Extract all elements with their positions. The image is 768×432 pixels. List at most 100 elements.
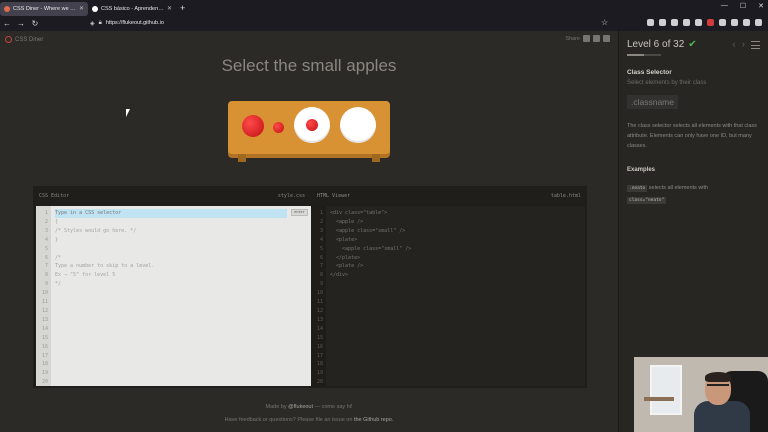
line-number: 5 [44, 245, 48, 252]
extension-icon[interactable] [671, 19, 678, 26]
line-number: 9 [44, 281, 48, 288]
css-editor-title: CSS Editor [39, 193, 70, 199]
enter-button[interactable]: enter [291, 209, 308, 216]
window-controls: — ☐ ✕ [721, 2, 764, 10]
next-level-icon[interactable]: › [742, 39, 745, 50]
line-number: 7 [44, 263, 48, 270]
line-number: 19 [316, 370, 323, 377]
apple-small[interactable] [306, 119, 318, 131]
html-code-line: <apple class="small" /> [330, 227, 406, 234]
facebook-icon[interactable] [593, 35, 600, 42]
line-number: 20 [41, 379, 48, 386]
editor-panel: CSS Editor style.css HTML Viewer table.h… [33, 186, 587, 388]
line-number: 20 [316, 379, 323, 386]
author-link[interactable]: @flukeout [288, 404, 313, 410]
css-input-line[interactable]: Type in a CSS selector [55, 209, 287, 218]
forward-icon[interactable]: → [14, 19, 28, 28]
line-number: 15 [41, 334, 48, 341]
extension-icon[interactable] [731, 19, 738, 26]
line-number: 12 [41, 307, 48, 314]
extension-icon[interactable] [743, 19, 750, 26]
github-link[interactable]: the Github repo. [354, 417, 393, 423]
checkmark-icon: ✔ [688, 39, 697, 50]
line-number: 18 [316, 361, 323, 368]
close-tab-icon[interactable]: ✕ [79, 5, 84, 12]
tab-title: CSS Diner - Where we feast on CSS [13, 5, 76, 12]
html-code-line: <apple class="small" /> [330, 245, 412, 252]
level-indicator: Level 6 of 32 ✔ [627, 39, 697, 50]
tab-title: CSS básico - Aprendendo desde o início [101, 5, 164, 12]
tab-css-basico[interactable]: CSS básico - Aprendendo desde o início ✕ [88, 2, 176, 16]
menu-icon[interactable] [755, 19, 762, 26]
new-tab-button[interactable]: + [176, 3, 189, 13]
html-viewer: 1 2 3 4 5 6 7 8 9 10 11 12 13 14 15 16 17 18 19 20 <div cla… [311, 206, 585, 386]
html-viewer-header: HTML Viewer table.html [311, 186, 587, 206]
bookmark-star-icon[interactable]: ☆ [601, 18, 608, 27]
apple-small[interactable] [273, 122, 284, 133]
line-number: 11 [41, 299, 48, 306]
line-number: 2 [319, 218, 323, 225]
css-code-line: /* Styles would go here. */ [55, 227, 137, 234]
table-leg [238, 154, 246, 162]
extension-icon[interactable] [683, 19, 690, 26]
webcam-overlay [634, 357, 768, 432]
selector-syntax: .classname [627, 95, 678, 109]
line-number: 14 [41, 325, 48, 332]
html-code-line: <plate /> [330, 263, 364, 270]
url-bar[interactable]: ◈ 🔒︎ https://flukeout.github.io [90, 17, 615, 29]
reload-icon[interactable]: ↻ [28, 19, 42, 28]
css-code-line: /* [55, 254, 62, 261]
diner-logo-icon [5, 36, 12, 43]
logo[interactable]: CSS Diner [5, 36, 43, 43]
html-code-line: <div class="table"> [330, 210, 388, 216]
line-number: 1 [44, 210, 48, 216]
pocket-icon[interactable] [647, 19, 654, 26]
html-code-line: <apple /> [330, 218, 364, 225]
css-editor[interactable]: 1 2 3 4 5 6 7 8 9 10 11 12 13 14 15 16 17 18 19 20 Type in … [36, 206, 311, 386]
nav-bar: ← → ↻ ◈ 🔒︎ https://flukeout.github.io ☆ [0, 16, 768, 31]
example-attr: class="neato" [627, 197, 667, 204]
url-text: https://flukeout.github.io [105, 20, 164, 26]
html-code-line: </div> [330, 272, 349, 279]
tab-bar: CSS Diner - Where we feast on CSS ✕ CSS … [0, 0, 768, 16]
apple[interactable] [242, 115, 264, 137]
share-label: Share [565, 35, 580, 42]
level-menu-icon[interactable] [751, 41, 760, 49]
maximize-icon[interactable]: ☐ [740, 2, 746, 10]
line-number: 11 [316, 299, 323, 306]
line-number: 18 [41, 361, 48, 368]
css-code-line: { [55, 218, 59, 225]
made-by-text: Made by @flukeout — come say hi! [265, 404, 353, 410]
close-window-icon[interactable]: ✕ [758, 2, 764, 10]
extension-icon[interactable] [719, 19, 726, 26]
close-tab-icon[interactable]: ✕ [167, 5, 172, 12]
minimize-icon[interactable]: — [721, 2, 728, 10]
level-text: Level 6 of 32 [627, 39, 685, 50]
line-number: 14 [316, 325, 323, 332]
twitter-icon[interactable] [603, 35, 610, 42]
line-number: 10 [316, 290, 323, 297]
extension-icon[interactable] [659, 19, 666, 26]
css-code[interactable]: Type in a CSS selector{ /* Styles would g… [55, 209, 307, 289]
back-icon[interactable]: ← [0, 19, 14, 28]
lock-icon: 🔒︎ [98, 19, 102, 26]
line-numbers: 1 2 3 4 5 6 7 8 9 10 11 12 13 14 15 16 17 18 19 20 [311, 206, 326, 386]
extension-icon[interactable] [707, 19, 714, 26]
line-number: 4 [44, 236, 48, 243]
feedback-text: Have feedback or questions? Please file … [224, 417, 394, 423]
extension-icon[interactable] [695, 19, 702, 26]
email-icon[interactable] [583, 35, 590, 42]
css-code-line: } [55, 236, 59, 243]
line-number: 8 [44, 272, 48, 279]
css-code-line: Type a number to skip to a level. [55, 263, 155, 270]
webpage-favicon-icon [92, 5, 98, 12]
html-code-line: </plate> [330, 254, 361, 261]
table-leg [372, 154, 380, 162]
line-number: 13 [41, 316, 48, 323]
html-file-name: table.html [550, 193, 581, 199]
plate[interactable] [340, 107, 376, 143]
previous-level-icon[interactable]: ‹ [732, 39, 735, 50]
mouse-pointer-icon [126, 109, 130, 117]
tab-css-diner[interactable]: CSS Diner - Where we feast on CSS ✕ [0, 1, 88, 16]
line-numbers: 1 2 3 4 5 6 7 8 9 10 11 12 13 14 15 16 17 18 19 20 [36, 206, 51, 386]
